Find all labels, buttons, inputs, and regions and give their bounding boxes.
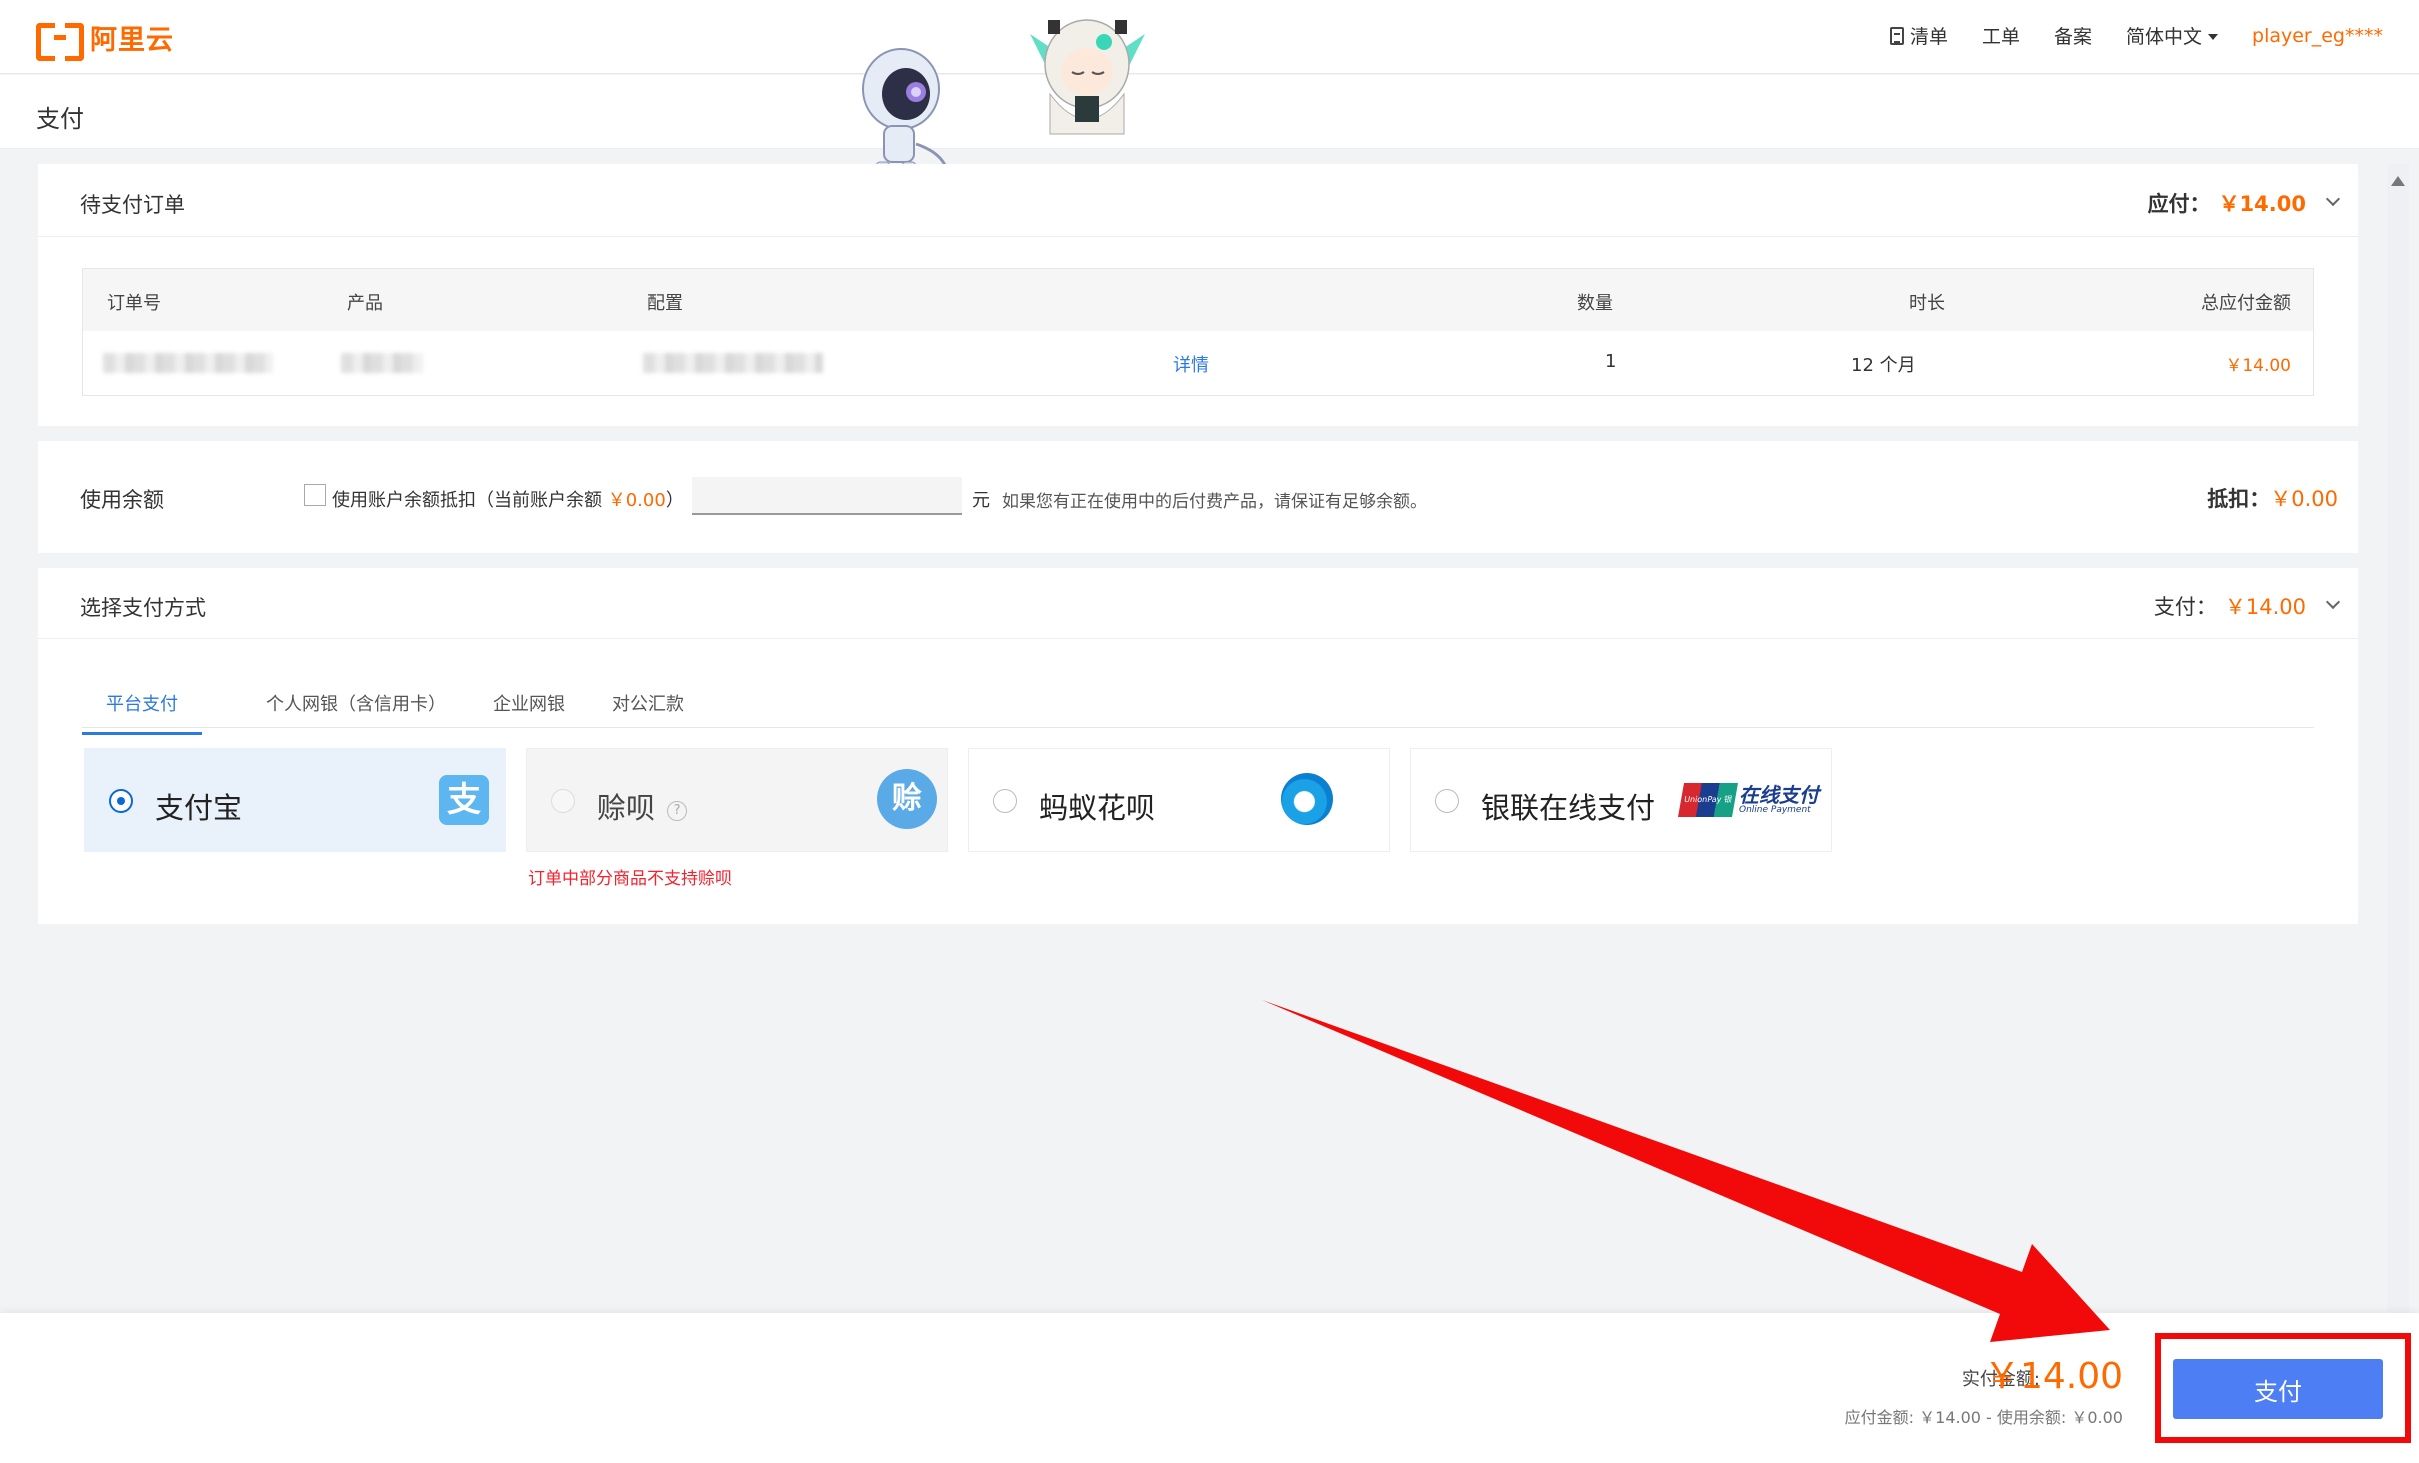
pay-label: 支付：	[2153, 595, 2217, 619]
balance-title: 使用余额	[80, 488, 164, 512]
unionpay-label: 银联在线支付	[1481, 791, 1656, 825]
chevron-down-icon	[2325, 594, 2341, 610]
anime-girl-mascot-image	[1030, 19, 1145, 135]
pending-order-title: 待支付订单	[80, 193, 185, 217]
caret-down-icon	[2208, 34, 2219, 40]
current-balance: ￥0.00	[607, 490, 666, 511]
shoubei-label: 赊呗	[597, 791, 656, 825]
due-amount: ￥14.00	[2218, 192, 2306, 216]
use-balance-checkbox[interactable]	[304, 484, 326, 506]
language-label: 简体中文	[2126, 26, 2203, 48]
col-order-no: 订单号	[107, 293, 161, 314]
row-qty: 1	[1605, 351, 1617, 372]
pay-amount: ￥14.00	[2224, 595, 2306, 619]
page-title: 支付	[36, 105, 84, 133]
alipay-radio[interactable]	[109, 789, 133, 813]
shoubei-radio	[551, 789, 575, 813]
amount-breakdown: 应付金额: ￥14.00 - 使用余额: ￥0.00	[1844, 1408, 2123, 1427]
order-table-header: 订单号 产品 配置 数量 时长 总应付金额	[83, 269, 2313, 331]
aliyun-logo-icon	[36, 21, 84, 61]
nav-list-label: 清单	[1909, 26, 1948, 48]
use-balance-label[interactable]: 使用账户余额抵扣（当前账户余额 ￥0.00）	[332, 486, 684, 512]
unionpay-online-sub: Online Payment	[1739, 805, 1811, 815]
payment-method-title: 选择支付方式	[80, 596, 206, 620]
nav-filing[interactable]: 备案	[2054, 22, 2092, 49]
unit-label: 元	[972, 490, 990, 511]
unionpay-logo-text: 在线支付 Online Payment	[1739, 785, 1819, 815]
col-config: 配置	[647, 293, 683, 314]
pay-option-alipay[interactable]: 支付宝 支	[84, 748, 506, 852]
order-due-summary[interactable]: 应付： ￥14.00	[2147, 188, 2341, 218]
page-header: 支付	[0, 75, 2419, 149]
shoubei-icon: 赊	[877, 769, 937, 829]
balance-hint: 如果您有正在使用中的后付费产品，请保证有足够余额。	[1002, 492, 1427, 512]
balance-card: 使用余额 使用账户余额抵扣（当前账户余额 ￥0.00） 元 如果您有正在使用中的…	[38, 441, 2358, 553]
alipay-icon: 支	[439, 775, 489, 825]
document-icon	[1889, 27, 1904, 45]
nav-list[interactable]: 清单	[1889, 22, 1948, 49]
col-product: 产品	[347, 293, 383, 314]
unionpay-radio[interactable]	[1435, 789, 1459, 813]
shoubei-label-wrap: 赊呗?	[597, 785, 688, 827]
chevron-down-icon	[2325, 191, 2341, 207]
product-redacted	[341, 353, 423, 373]
tab-platform-pay[interactable]: 平台支付	[82, 690, 202, 735]
language-select[interactable]: 简体中文	[2126, 22, 2219, 49]
detail-link[interactable]: 详情	[1173, 351, 1209, 377]
row-duration: 12 个月	[1851, 355, 1916, 376]
pending-order-card: 待支付订单 应付： ￥14.00 订单号 产品 配置 数量 时长 总应付金额 详…	[38, 164, 2358, 426]
payment-method-card: 选择支付方式 支付： ￥14.00 平台支付 个人网银（含信用卡） 企业网银 对…	[38, 568, 2358, 924]
col-total: 总应付金额	[2201, 293, 2291, 314]
tab-personal-bank[interactable]: 个人网银（含信用卡）	[266, 690, 446, 732]
shoubei-unsupported-warning: 订单中部分商品不支持赊呗	[528, 869, 732, 889]
alipay-label: 支付宝	[155, 791, 243, 825]
actual-amount: ￥14.00	[1983, 1356, 2123, 1397]
vertical-scrollbar[interactable]	[2387, 164, 2409, 1314]
pay-option-unionpay[interactable]: 银联在线支付 UnionPay 银联 在线支付 Online Payment	[1410, 748, 1832, 852]
logo-text: 阿里云	[90, 25, 174, 56]
deduct-summary: 抵扣：￥0.00	[2207, 483, 2338, 513]
order-no-redacted	[103, 353, 273, 373]
aliyun-logo[interactable]: 阿里云	[36, 18, 174, 61]
pay-option-huabei[interactable]: 蚂蚁花呗	[968, 748, 1390, 852]
order-table: 订单号 产品 配置 数量 时长 总应付金额 详情 1 12 个月 ￥14.00	[82, 268, 2314, 396]
use-balance-label-prefix: 使用账户余额抵扣（当前账户余额	[332, 490, 608, 511]
tab-corporate-transfer[interactable]: 对公汇款	[612, 690, 684, 732]
huabei-label: 蚂蚁花呗	[1039, 791, 1156, 825]
top-navbar: 阿里云 清单 工单 备案 简体中文 player_eg****	[0, 0, 2419, 74]
red-arrow-shape	[1262, 1000, 2110, 1342]
scroll-up-arrow-icon[interactable]	[2391, 176, 2405, 186]
user-account[interactable]: player_eg****	[2252, 25, 2383, 47]
huabei-icon	[1281, 773, 1333, 825]
config-redacted	[643, 353, 823, 373]
help-icon[interactable]: ?	[667, 801, 688, 821]
payment-tabs: 平台支付 个人网银（含信用卡） 企业网银 对公汇款	[82, 684, 2314, 735]
payment-summary[interactable]: 支付： ￥14.00	[2153, 591, 2341, 621]
top-nav-links: 清单 工单 备案 简体中文 player_eg****	[1889, 22, 2383, 49]
balance-amount-input[interactable]	[692, 477, 962, 515]
nav-ticket[interactable]: 工单	[1982, 22, 2020, 49]
unionpay-icon: UnionPay 银联 在线支付 Online Payment	[1678, 783, 1819, 838]
row-total: ￥14.00	[2225, 356, 2291, 376]
col-qty: 数量	[1577, 293, 1613, 314]
divider	[38, 638, 2358, 639]
payment-footer: 实付金额: ￥14.00 应付金额: ￥14.00 - 使用余额: ￥0.00 …	[0, 1313, 2419, 1463]
highlight-box	[2155, 1333, 2411, 1443]
unionpay-card-logo: UnionPay 银联	[1678, 783, 1738, 838]
table-row: 详情 1 12 个月 ￥14.00	[83, 331, 2313, 397]
due-label: 应付：	[2147, 192, 2211, 216]
deduct-label: 抵扣：	[2207, 487, 2271, 511]
use-balance-label-suffix: ）	[665, 490, 684, 511]
huabei-radio[interactable]	[993, 789, 1017, 813]
col-duration: 时长	[1909, 293, 1945, 314]
tab-enterprise-bank[interactable]: 企业网银	[493, 690, 565, 732]
divider	[38, 236, 2358, 237]
unionpay-online-text: 在线支付	[1739, 783, 1819, 807]
deduct-amount: ￥0.00	[2270, 487, 2338, 511]
pay-option-shoubei: 赊呗? 赊	[526, 748, 948, 852]
